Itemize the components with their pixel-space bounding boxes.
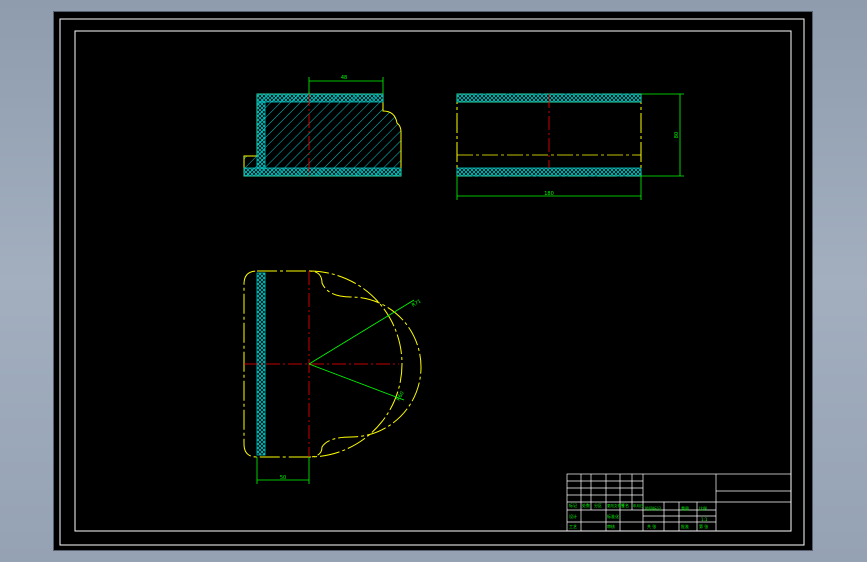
dimension-top-right: 180 80 — [456, 93, 684, 200]
inner-frame — [74, 30, 792, 532]
tb-label-standardize: 标准化 — [607, 513, 619, 519]
tb-label-process: 工艺 — [569, 524, 577, 529]
tb-label-mark: 标记 — [569, 502, 577, 508]
dimension-bottom: 50 R71 R60 — [256, 298, 423, 484]
plan-view — [243, 270, 422, 458]
cad-viewport[interactable]: 48 180 80 50 R71 R60 标记 处数 分区 更改文件号 签名 年… — [54, 12, 812, 550]
tb-label-approve: 批准 — [681, 523, 689, 529]
tb-label-zone: 分区 — [594, 502, 602, 508]
tb-sheet-num: 第 张 — [699, 523, 708, 529]
tb-ratio-value: 1:1 — [701, 517, 708, 522]
tb-label-review: 审核 — [607, 523, 615, 529]
tb-label-weight: 重量 — [681, 505, 689, 511]
tb-label-stage: 阶段标记 — [645, 505, 661, 511]
front-view — [456, 93, 642, 177]
tb-sheet-total: 共 张 — [647, 523, 656, 529]
dim-top-left-text: 48 — [341, 75, 347, 81]
tb-label-sign: 签名 — [621, 502, 629, 508]
dim-bottom-text: 50 — [280, 475, 286, 481]
tb-label-date: 年月日 — [633, 503, 644, 508]
cad-drawing: 48 180 80 50 R71 R60 标记 处数 分区 更改文件号 签名 年… — [59, 18, 805, 546]
dim-top-right-width: 180 — [544, 191, 554, 197]
dim-top-right-height: 80 — [674, 132, 680, 138]
dim-radius-outer: R71 — [411, 298, 423, 308]
section-view — [243, 92, 402, 177]
tb-label-ratio: 比例 — [699, 505, 707, 511]
dimension-top-left: 48 — [308, 75, 384, 94]
dim-radius-inner: R60 — [396, 390, 406, 402]
outer-frame — [59, 18, 805, 546]
tb-label-design: 设计 — [569, 513, 577, 519]
tb-label-count: 处数 — [582, 502, 590, 508]
title-block-text: 标记 处数 分区 更改文件号 签名 年月日 设计 标准化 阶段标记 重量 比例 … — [569, 502, 708, 529]
